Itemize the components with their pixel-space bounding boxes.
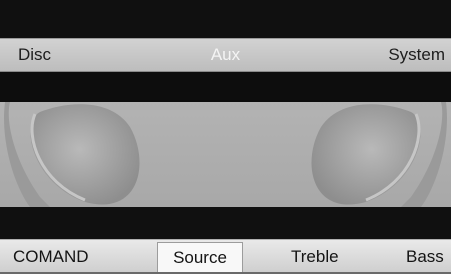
menu-item-aux[interactable]: Aux: [0, 45, 451, 65]
softkey-source[interactable]: Source: [157, 242, 243, 272]
main-menu-bar: Disc Aux System: [0, 38, 451, 72]
lower-black-band: [0, 207, 451, 239]
softkey-bar: COMAND Source Treble Bass: [0, 239, 451, 272]
menu-item-system[interactable]: System: [388, 45, 445, 65]
display-screen: Disc Aux System COMAND Source Treble Bas…: [0, 0, 451, 274]
upper-black-band: [0, 72, 451, 102]
softkey-bass[interactable]: Bass: [406, 247, 444, 267]
softkey-treble[interactable]: Treble: [291, 247, 339, 267]
bottom-edge: [0, 272, 451, 274]
headphones-icon: [4, 102, 447, 207]
aux-image-panel: [0, 102, 451, 207]
softkey-comand[interactable]: COMAND: [13, 247, 89, 267]
top-band: [0, 0, 451, 38]
